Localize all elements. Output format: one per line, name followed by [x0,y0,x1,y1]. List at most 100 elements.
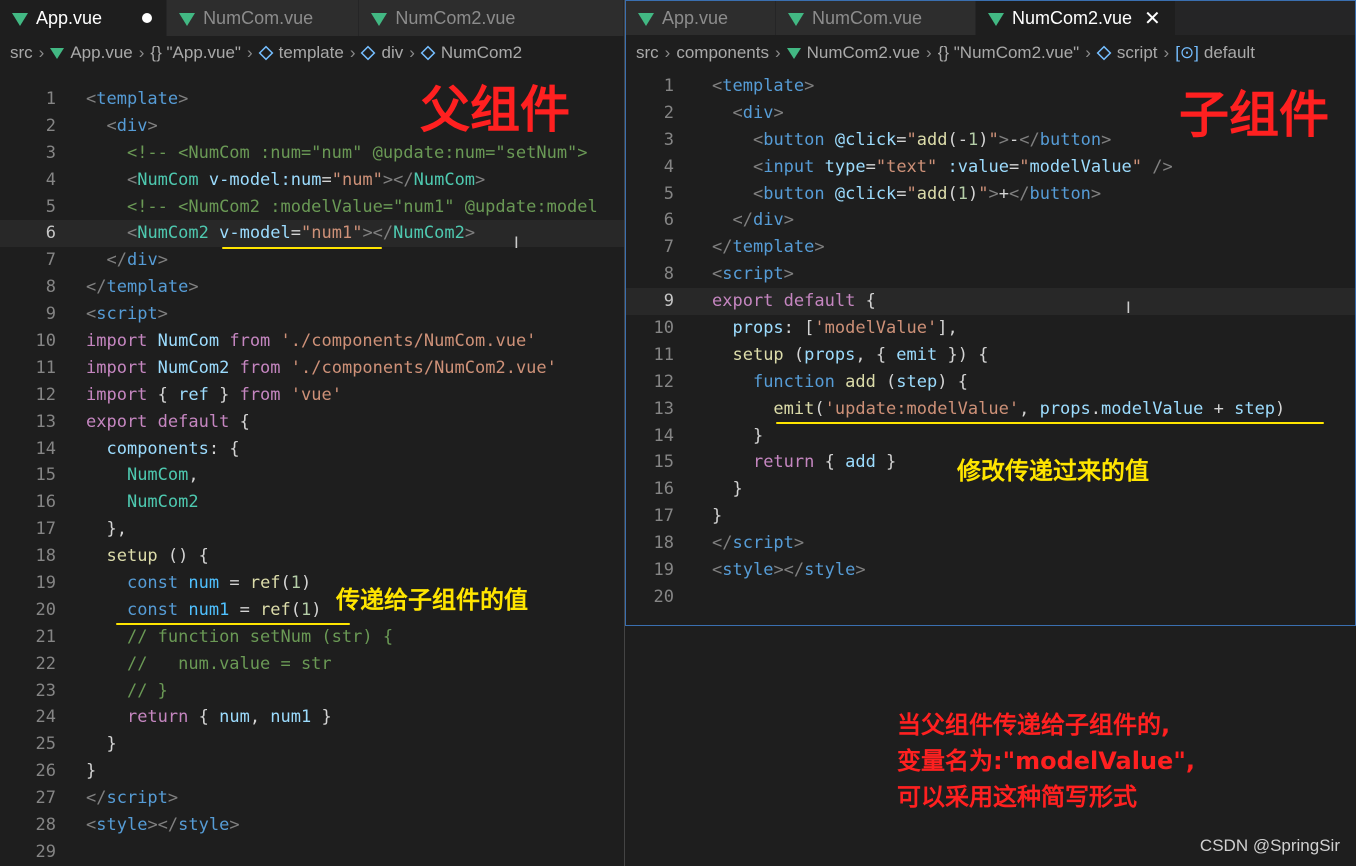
code-line[interactable]: 7 </div> [0,247,624,274]
code-line[interactable]: 5 <button @click="add(1)">+</button> [626,181,1355,208]
code-line[interactable]: 15 NumCom, [0,462,624,489]
code-line[interactable]: 6 </div> [626,207,1355,234]
code-line[interactable]: 29 [0,839,624,866]
breadcrumb-item[interactable]: NumCom2.vue [786,43,920,63]
tab-numcom-vue[interactable]: NumCom.vue [776,1,976,35]
code-token: ) [968,183,979,204]
code-token: button [763,183,825,204]
code-line[interactable]: 21 // function setNum (str) { [0,624,624,651]
code-line[interactable]: 10 props: ['modelValue'], [626,315,1355,342]
code-line[interactable]: 3 <!-- <NumCom :num="num" @update:num="s… [0,140,624,167]
code-line[interactable]: 27 </script> [0,785,624,812]
breadcrumb-item[interactable]: [⊙] default [1175,43,1255,63]
tab-app-vue[interactable]: App.vue [626,1,776,35]
tab-numcom2-vue[interactable]: NumCom2.vue ✕ [976,1,1176,35]
code-token: return [126,707,189,728]
code-token: < [86,89,97,109]
code-line[interactable]: 17 }, [0,516,624,543]
code-text: <script> [86,301,168,328]
code-token: > [229,815,240,836]
code-line[interactable]: 8 <script> [626,261,1355,288]
code-line[interactable]: 11 import NumCom2 from './components/NumC… [0,355,624,382]
code-text: } [712,503,722,530]
code-editor[interactable]: 1 <template> 2 <div> 3 <button @click="add(… [626,73,1355,611]
code-token: { [855,291,876,312]
code-token: setup [106,546,158,567]
breadcrumb-item[interactable]: div [361,43,403,63]
code-token: modelValue [1101,398,1204,419]
code-line[interactable]: 20 const num1 = ref(1) [0,597,624,624]
code-line[interactable]: 28 <style></style> [0,812,624,839]
code-token: </ [1009,183,1030,204]
code-line[interactable]: 7 </template> [626,234,1355,261]
line-number: 11 [35,357,56,378]
code-line[interactable]: 11 setup (props, { emit }) { [626,342,1355,369]
code-line[interactable]: 22 // num.value = str [0,651,624,678]
code-line[interactable]: 5 <!-- <NumCom2 :modelValue="num1" @upda… [0,194,624,221]
code-line[interactable]: 14 } [626,423,1355,450]
code-line[interactable]: 20 [626,584,1355,611]
code-line[interactable]: 16 NumCom2 [0,489,624,516]
code-text: setup () { [86,543,208,570]
tab-numcom2-vue[interactable]: NumCom2.vue [359,0,624,36]
close-icon[interactable]: ✕ [1144,6,1161,30]
code-editor[interactable]: 1 <template> 2 <div> 3 <!-- <NumCom :num="n… [0,86,624,866]
code-line[interactable]: 9 export default { [626,288,1355,316]
code-line[interactable]: 18 setup () { [0,543,624,570]
child-component-heading: 子组件 [1179,86,1329,144]
code-token: style [804,560,856,581]
code-line[interactable]: 8 </template> [0,274,624,301]
code-line[interactable]: 24 return { num, num1 } [0,704,624,731]
code-token: < [86,304,97,325]
code-line[interactable]: 12 function add (step) { [626,369,1355,396]
breadcrumb-item[interactable]: template [258,43,344,63]
code-line[interactable]: 10 import NumCom from './components/NumCo… [0,328,624,355]
breadcrumb-item[interactable]: script [1096,43,1158,63]
code-line[interactable]: 18 </script> [626,530,1355,557]
line-number: 4 [45,169,56,190]
code-token: - [1009,129,1020,150]
code-token: > [998,129,1009,150]
unsaved-dot-icon[interactable] [142,13,153,23]
code-line[interactable]: 4 <input type="text" :value="modelValue"… [626,154,1355,181]
breadcrumb-item[interactable]: NumCom2 [420,43,522,63]
parent-component-heading: 父组件 [420,81,570,139]
code-token: ( [875,371,897,392]
code-token: props [1039,398,1091,419]
code-token: // } [126,680,168,701]
tab-app-vue[interactable]: App.vue [0,0,168,36]
code-line[interactable]: 25 } [0,731,624,758]
breadcrumb-item[interactable]: App.vue [50,43,133,63]
code-line[interactable]: 13 export default { [0,409,624,436]
code-line[interactable]: 4 <NumCom v-model:num="num"></NumCom> [0,167,624,194]
breadcrumb-item[interactable]: {} "App.vue" [150,43,241,63]
code-line[interactable]: 14 components: { [0,436,624,463]
breadcrumb-item[interactable]: src [636,43,659,63]
code-token: import [86,357,148,378]
code-token: // num.value = str [126,653,332,674]
code-line[interactable]: 19 const num = ref(1) [0,570,624,597]
code-token: > [793,533,805,554]
breadcrumb-item[interactable]: {} "NumCom2.vue" [938,43,1080,63]
breadcrumb-item[interactable]: src [10,43,33,63]
code-line[interactable]: 6 <NumCom2 v-model="num1"></NumCom2> [0,220,624,248]
code-line[interactable]: 23 // } [0,678,624,705]
code-token: modelValue [1029,156,1132,177]
breadcrumb-item[interactable]: components [676,43,769,63]
code-line[interactable]: 19 <style></style> [626,557,1355,584]
line-number: 7 [45,250,56,271]
code-line[interactable]: 17} [626,503,1355,530]
code-line[interactable]: 9 <script> [0,301,624,328]
code-token: add [916,183,948,204]
code-token: // function setNum (str) { [126,626,394,647]
tab-numcom-vue[interactable]: NumCom.vue [167,0,360,36]
code-text: <NumCom v-model:num="num"></NumCom> [86,167,485,194]
code-line[interactable]: 26} [0,758,624,785]
code-token: 1 [957,183,969,204]
code-line[interactable]: 12 import { ref } from 'vue' [0,382,624,409]
code-line[interactable]: 13 emit('update:modelValue', props.model… [626,396,1355,423]
